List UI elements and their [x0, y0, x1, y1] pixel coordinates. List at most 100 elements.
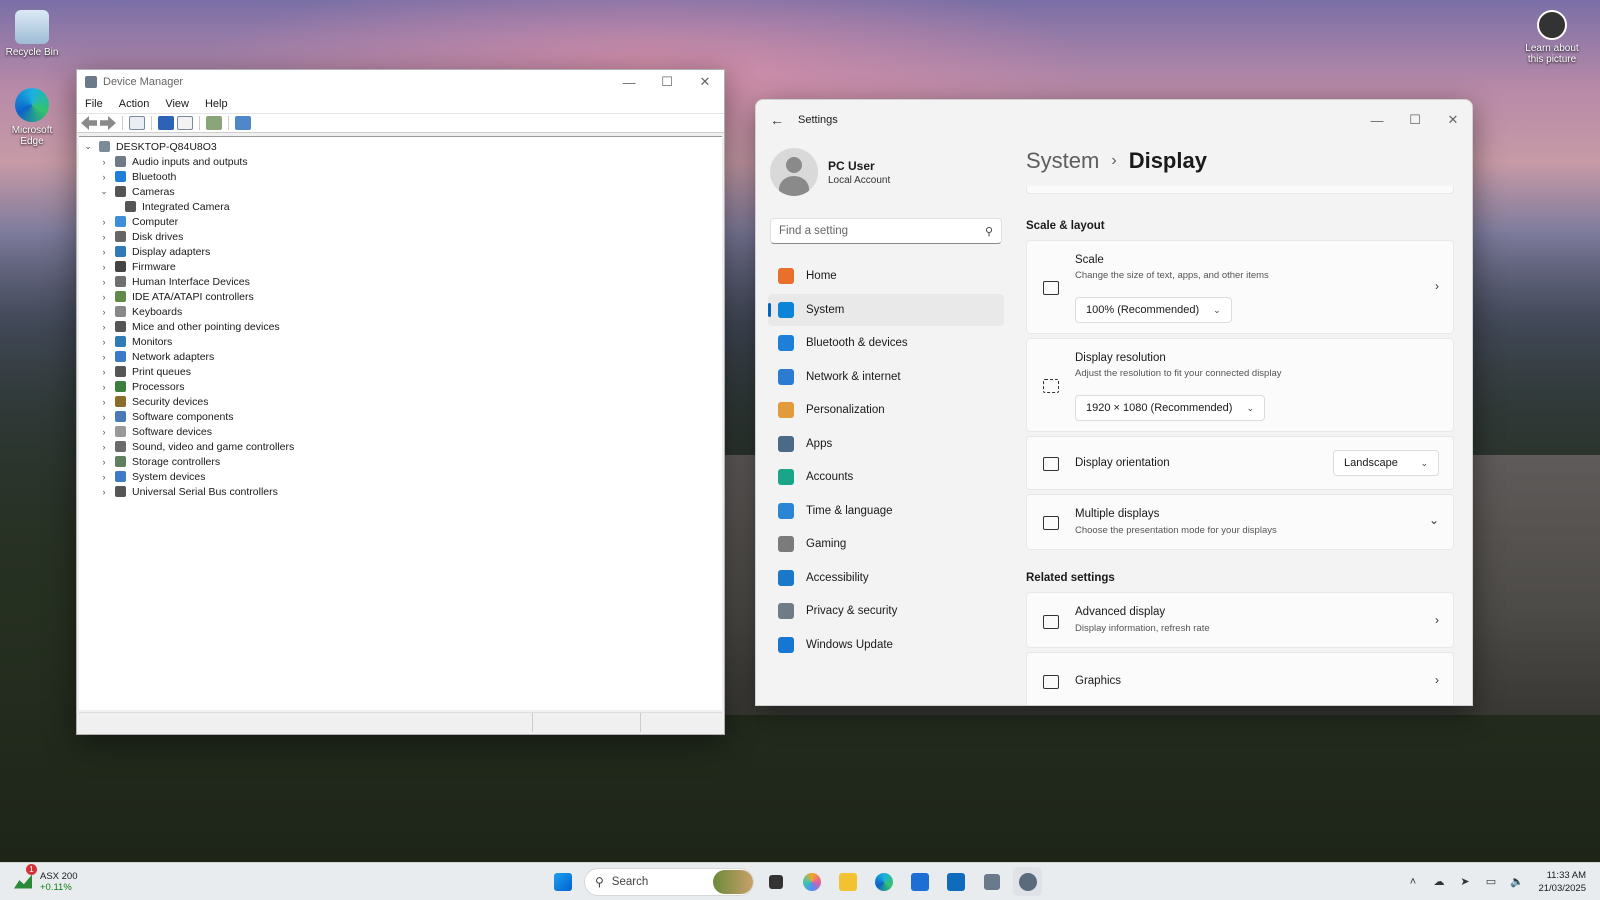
user-profile[interactable]: PC User Local Account	[770, 148, 890, 196]
chevron-right-icon[interactable]: ›	[99, 217, 109, 227]
copilot-button[interactable]	[797, 867, 826, 896]
chevron-right-icon[interactable]: ›	[99, 232, 109, 242]
chevron-right-icon[interactable]: ›	[99, 382, 109, 392]
chevron-right-icon[interactable]: ›	[99, 442, 109, 452]
tree-category[interactable]: › Computer	[79, 214, 722, 229]
breadcrumb-system[interactable]: System	[1026, 148, 1099, 174]
tree-root[interactable]: ⌄ DESKTOP-Q84U8O3	[79, 139, 722, 154]
volume-icon[interactable]: 🔈	[1504, 875, 1530, 888]
chevron-right-icon[interactable]: ›	[99, 292, 109, 302]
chevron-right-icon[interactable]: ›	[99, 247, 109, 257]
tree-category[interactable]: › Print queues	[79, 364, 722, 379]
chevron-right-icon[interactable]: ›	[99, 457, 109, 467]
chevron-right-icon[interactable]: ›	[99, 427, 109, 437]
tree-category[interactable]: › Universal Serial Bus controllers	[79, 484, 722, 499]
maximize-icon[interactable]: ☐	[648, 70, 686, 94]
device-manager-taskbar-button[interactable]	[977, 867, 1006, 896]
minimize-icon[interactable]: —	[1358, 100, 1396, 140]
tree-category[interactable]: ⌄ Cameras	[79, 184, 722, 199]
chevron-right-icon[interactable]: ›	[99, 262, 109, 272]
settings-titlebar[interactable]: ← Settings — ☐ ✕	[756, 100, 1472, 140]
menu-view[interactable]: View	[163, 98, 197, 110]
chevron-up-icon[interactable]: ˄	[1400, 876, 1426, 888]
outlook-button[interactable]	[941, 867, 970, 896]
show-hide-console-tree-icon[interactable]	[129, 116, 145, 130]
recycle-bin-shortcut[interactable]: Recycle Bin	[0, 10, 64, 58]
close-icon[interactable]: ✕	[686, 70, 724, 94]
tree-category[interactable]: › Keyboards	[79, 304, 722, 319]
onedrive-icon[interactable]: ☁	[1426, 875, 1452, 888]
market-widget[interactable]: 1 ASX 200 +0.11%	[14, 863, 78, 893]
nav-item-accessibility[interactable]: Accessibility	[768, 562, 1004, 594]
edge-button[interactable]	[869, 867, 898, 896]
menu-help[interactable]: Help	[203, 98, 236, 110]
edge-shortcut[interactable]: Microsoft Edge	[0, 88, 64, 147]
multiple-displays-card[interactable]: Multiple displays Choose the presentatio…	[1026, 494, 1454, 550]
device-manager-titlebar[interactable]: Device Manager — ☐ ✕	[77, 70, 724, 94]
back-arrow-icon[interactable]: ←	[770, 112, 784, 128]
chevron-right-icon[interactable]: ›	[99, 487, 109, 497]
tree-category[interactable]: › Firmware	[79, 259, 722, 274]
chevron-right-icon[interactable]: ›	[99, 352, 109, 362]
maximize-icon[interactable]: ☐	[1396, 100, 1434, 140]
orientation-dropdown[interactable]: Landscape ⌄	[1333, 450, 1439, 476]
tree-category[interactable]: › Security devices	[79, 394, 722, 409]
nav-item-system[interactable]: System	[768, 293, 1004, 326]
chevron-right-icon[interactable]: ›	[99, 157, 109, 167]
back-arrow-icon[interactable]	[81, 116, 97, 130]
properties-icon[interactable]	[177, 116, 193, 130]
start-button[interactable]	[548, 867, 577, 896]
tree-category[interactable]: › Sound, video and game controllers	[79, 439, 722, 454]
forward-arrow-icon[interactable]	[100, 116, 116, 130]
menu-action[interactable]: Action	[117, 98, 158, 110]
chevron-down-icon[interactable]: ⌄	[83, 141, 93, 152]
settings-taskbar-button[interactable]	[1013, 867, 1042, 896]
graphics-card[interactable]: Graphics ›	[1026, 652, 1454, 705]
tree-category[interactable]: › Storage controllers	[79, 454, 722, 469]
tree-device-item[interactable]: Integrated Camera	[79, 199, 722, 214]
tree-category[interactable]: › Human Interface Devices	[79, 274, 722, 289]
tree-category[interactable]: › Display adapters	[79, 244, 722, 259]
taskbar-search[interactable]: ⚲ Search	[584, 867, 754, 896]
scale-dropdown[interactable]: 100% (Recommended) ⌄	[1075, 297, 1232, 323]
tree-category[interactable]: › Software devices	[79, 424, 722, 439]
tree-category[interactable]: › Disk drives	[79, 229, 722, 244]
tree-category[interactable]: › System devices	[79, 469, 722, 484]
tree-category[interactable]: › Audio inputs and outputs	[79, 154, 722, 169]
minimize-icon[interactable]: —	[610, 70, 648, 94]
chevron-right-icon[interactable]: ›	[99, 307, 109, 317]
chevron-right-icon[interactable]: ›	[99, 472, 109, 482]
menu-file[interactable]: File	[83, 98, 111, 110]
nav-item-privacy-security[interactable]: Privacy & security	[768, 595, 1004, 627]
nav-item-bluetooth-devices[interactable]: Bluetooth & devices	[768, 327, 1004, 359]
tree-category[interactable]: › Bluetooth	[79, 169, 722, 184]
chevron-right-icon[interactable]: ›	[99, 277, 109, 287]
chevron-right-icon[interactable]: ›	[99, 172, 109, 182]
nav-item-windows-update[interactable]: Windows Update	[768, 629, 1004, 661]
chevron-right-icon[interactable]: ›	[99, 322, 109, 332]
tree-category[interactable]: › IDE ATA/ATAPI controllers	[79, 289, 722, 304]
tree-category[interactable]: › Mice and other pointing devices	[79, 319, 722, 334]
task-view-button[interactable]	[761, 867, 790, 896]
clock[interactable]: 11:33 AM 21/03/2025	[1530, 869, 1600, 895]
tree-category[interactable]: › Processors	[79, 379, 722, 394]
file-explorer-button[interactable]	[833, 867, 862, 896]
scale-card[interactable]: Scale Change the size of text, apps, and…	[1026, 240, 1454, 334]
learn-about-picture[interactable]: Learn about this picture	[1520, 10, 1584, 65]
store-button[interactable]	[905, 867, 934, 896]
nav-item-apps[interactable]: Apps	[768, 428, 1004, 460]
tree-category[interactable]: › Software components	[79, 409, 722, 424]
nav-item-time-language[interactable]: Time & language	[768, 495, 1004, 527]
nav-item-accounts[interactable]: Accounts	[768, 461, 1004, 493]
chevron-down-icon[interactable]: ⌄	[99, 186, 109, 197]
resolution-card[interactable]: Display resolution Adjust the resolution…	[1026, 338, 1454, 432]
find-setting-input[interactable]: Find a setting ⚲	[770, 218, 1002, 244]
nav-item-personalization[interactable]: Personalization	[768, 394, 1004, 426]
chevron-right-icon[interactable]: ›	[99, 412, 109, 422]
advanced-display-card[interactable]: Advanced display Display information, re…	[1026, 592, 1454, 648]
tree-category[interactable]: › Monitors	[79, 334, 722, 349]
chevron-right-icon[interactable]: ›	[99, 397, 109, 407]
help-icon[interactable]	[158, 116, 174, 130]
tree-category[interactable]: › Network adapters	[79, 349, 722, 364]
close-icon[interactable]: ✕	[1434, 100, 1472, 140]
